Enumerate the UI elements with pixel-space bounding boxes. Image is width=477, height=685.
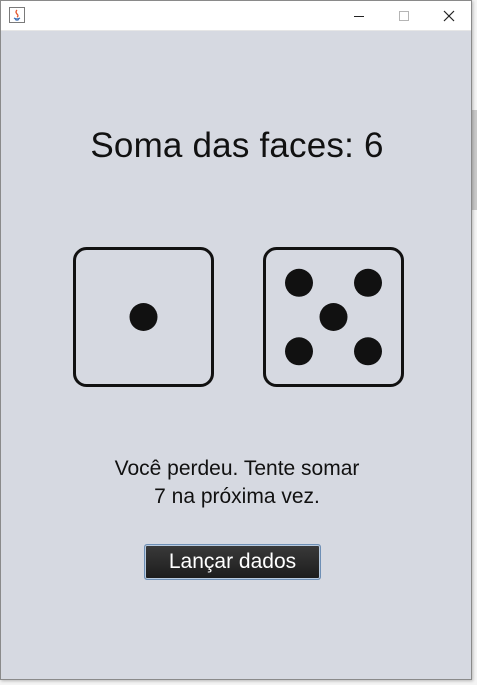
die-left-pips [129,303,158,331]
minimize-button[interactable] [337,1,381,31]
java-app-icon [9,7,25,23]
close-icon [443,10,455,22]
die-pip [354,268,382,297]
result-message: Você perdeu. Tente somar 7 na próxima ve… [1,455,473,511]
die-pip [285,337,313,366]
title-bar[interactable] [1,1,471,31]
die-pip [354,337,382,366]
result-message-line2: 7 na próxima vez. [154,485,320,508]
close-button[interactable] [427,1,471,31]
die-pip [285,268,313,297]
die-right [263,247,404,387]
minimize-icon [354,16,364,17]
die-left [73,247,214,387]
die-pip [129,303,158,331]
roll-dice-button-label: Lançar dados [168,550,297,573]
result-message-line1: Você perdeu. Tente somar [114,457,360,480]
die-right-pips [285,268,382,366]
app-window: Soma das faces: 6 Você perdeu. Tente som… [0,0,472,680]
sum-label: Soma das faces: 6 [90,126,384,165]
roll-dice-button[interactable]: Lançar dados [144,544,321,580]
maximize-icon [399,11,409,21]
die-pip [319,303,348,331]
maximize-button[interactable] [382,1,426,31]
